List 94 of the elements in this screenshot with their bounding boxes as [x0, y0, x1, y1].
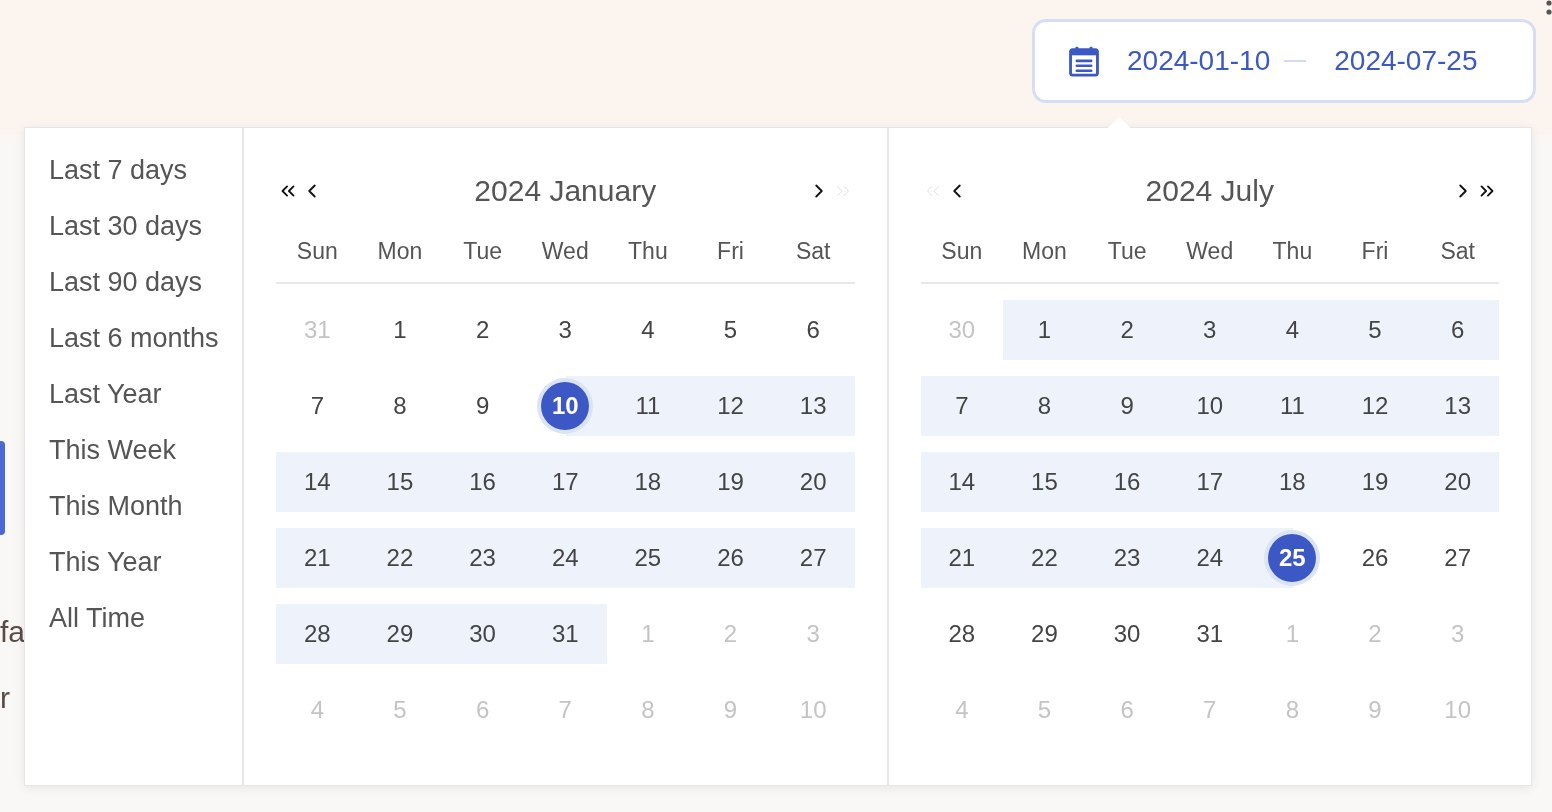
weekday-label: Thu: [627, 237, 669, 266]
calendar-day[interactable]: 9: [458, 382, 507, 430]
calendar-day[interactable]: 13: [789, 382, 838, 430]
calendar-day[interactable]: 20: [789, 458, 838, 506]
calendar-day[interactable]: 26: [1351, 534, 1399, 582]
calendar-day[interactable]: 26: [706, 534, 755, 582]
calendar-day[interactable]: 16: [1103, 458, 1152, 506]
calendar-day[interactable]: 10: [541, 382, 590, 430]
calendar-day[interactable]: 24: [1185, 534, 1234, 582]
calendar-day[interactable]: 7: [293, 382, 342, 430]
calendar-day[interactable]: 17: [1185, 458, 1234, 506]
calendar-day[interactable]: 16: [458, 458, 507, 506]
calendar-day[interactable]: 25: [623, 534, 672, 582]
end-date: 2024-07-25: [1334, 45, 1478, 77]
preset-option[interactable]: This Month: [49, 486, 242, 542]
preset-option[interactable]: Last Year: [49, 374, 242, 430]
calendar-day[interactable]: 7: [937, 382, 986, 430]
calendar-day[interactable]: 4: [623, 306, 672, 354]
calendar-day[interactable]: 11: [623, 382, 672, 430]
month-title: 2024 January: [473, 174, 658, 208]
date-range-field[interactable]: 2024-01-10 2024-07-25: [1032, 19, 1536, 103]
calendar-day[interactable]: 22: [375, 534, 424, 582]
calendar-day[interactable]: 5: [706, 306, 755, 354]
weekday-label: Sat: [794, 237, 832, 266]
calendar-day[interactable]: 29: [375, 610, 424, 658]
calendar-day[interactable]: 22: [1020, 534, 1069, 582]
calendar-day[interactable]: 9: [1103, 382, 1152, 430]
calendar-day[interactable]: 15: [375, 458, 424, 506]
calendar-day[interactable]: 14: [293, 458, 342, 506]
calendar-day[interactable]: 6: [789, 306, 838, 354]
weekday-label: Mon: [1021, 237, 1068, 266]
calendar-day[interactable]: 28: [293, 610, 342, 658]
weekday-label: Fri: [1360, 237, 1390, 266]
preset-option[interactable]: Last 90 days: [49, 262, 242, 318]
calendar-day[interactable]: 10: [1185, 382, 1234, 430]
calendar-day[interactable]: 3: [541, 306, 590, 354]
calendar-day[interactable]: 18: [1268, 458, 1317, 506]
preset-option[interactable]: All Time: [49, 598, 242, 654]
background-text: r: [0, 683, 10, 713]
calendar-day[interactable]: 15: [1020, 458, 1069, 506]
calendar-day[interactable]: 21: [293, 534, 342, 582]
calendar-day[interactable]: 30: [1103, 610, 1152, 658]
preset-option[interactable]: Last 6 months: [49, 318, 242, 374]
weekday-label: Sun: [295, 237, 339, 266]
weekday-label: Tue: [462, 237, 503, 266]
calendar-day[interactable]: 27: [789, 534, 838, 582]
calendar-day[interactable]: 8: [375, 382, 424, 430]
preset-option[interactable]: This Week: [49, 430, 242, 486]
calendar-icon: [1067, 44, 1101, 78]
weekday-label: Mon: [376, 237, 424, 266]
calendar-day[interactable]: 19: [706, 458, 755, 506]
calendar-day[interactable]: 5: [1351, 306, 1399, 354]
calendar-day[interactable]: 31: [541, 610, 590, 658]
calendar-day[interactable]: 11: [1268, 382, 1317, 430]
background-text: fa: [0, 617, 26, 647]
more-icon[interactable]: [1544, 0, 1552, 18]
weekday-label: Sun: [940, 237, 984, 266]
calendar-day[interactable]: 6: [1433, 306, 1482, 354]
calendar-day[interactable]: 28: [937, 610, 986, 658]
calendar-day[interactable]: 19: [1351, 458, 1399, 506]
calendar-day[interactable]: 2: [1103, 306, 1152, 354]
preset-option[interactable]: Last 30 days: [49, 206, 242, 262]
calendar-day[interactable]: 29: [1020, 610, 1069, 658]
calendar-day[interactable]: 3: [1185, 306, 1234, 354]
calendar-day[interactable]: 17: [541, 458, 590, 506]
calendar-day[interactable]: 30: [458, 610, 507, 658]
calendar-day[interactable]: 1: [375, 306, 424, 354]
calendar-day[interactable]: 4: [1268, 306, 1317, 354]
start-date: 2024-01-10: [1127, 45, 1271, 77]
calendar-day[interactable]: 20: [1433, 458, 1482, 506]
calendar-day[interactable]: 23: [1103, 534, 1152, 582]
weekday-label: Wed: [540, 237, 590, 266]
calendar-day[interactable]: 24: [541, 534, 590, 582]
calendar-day[interactable]: 23: [458, 534, 507, 582]
weekday-label: Wed: [1185, 237, 1235, 266]
calendar-day[interactable]: 13: [1433, 382, 1482, 430]
month-title: 2024 July: [1144, 174, 1275, 208]
calendar-day[interactable]: 31: [1185, 610, 1234, 658]
calendar-day[interactable]: 12: [706, 382, 755, 430]
calendar-day[interactable]: 1: [1020, 306, 1069, 354]
calendar-day[interactable]: 2: [458, 306, 507, 354]
preset-option[interactable]: This Year: [49, 542, 242, 598]
calendar-day[interactable]: 27: [1433, 534, 1482, 582]
weekday-label: Tue: [1106, 237, 1148, 266]
weekday-label: Fri: [716, 237, 745, 266]
preset-option[interactable]: Last 7 days: [49, 150, 242, 206]
calendar-day[interactable]: 18: [623, 458, 672, 506]
calendar-day[interactable]: 12: [1351, 382, 1399, 430]
weekday-label: Thu: [1271, 237, 1314, 266]
weekday-label: Sat: [1439, 237, 1476, 266]
calendar-day[interactable]: 21: [937, 534, 986, 582]
calendar-day[interactable]: 8: [1020, 382, 1069, 430]
calendar-day[interactable]: 14: [937, 458, 986, 506]
calendar-day[interactable]: 25: [1268, 534, 1317, 582]
